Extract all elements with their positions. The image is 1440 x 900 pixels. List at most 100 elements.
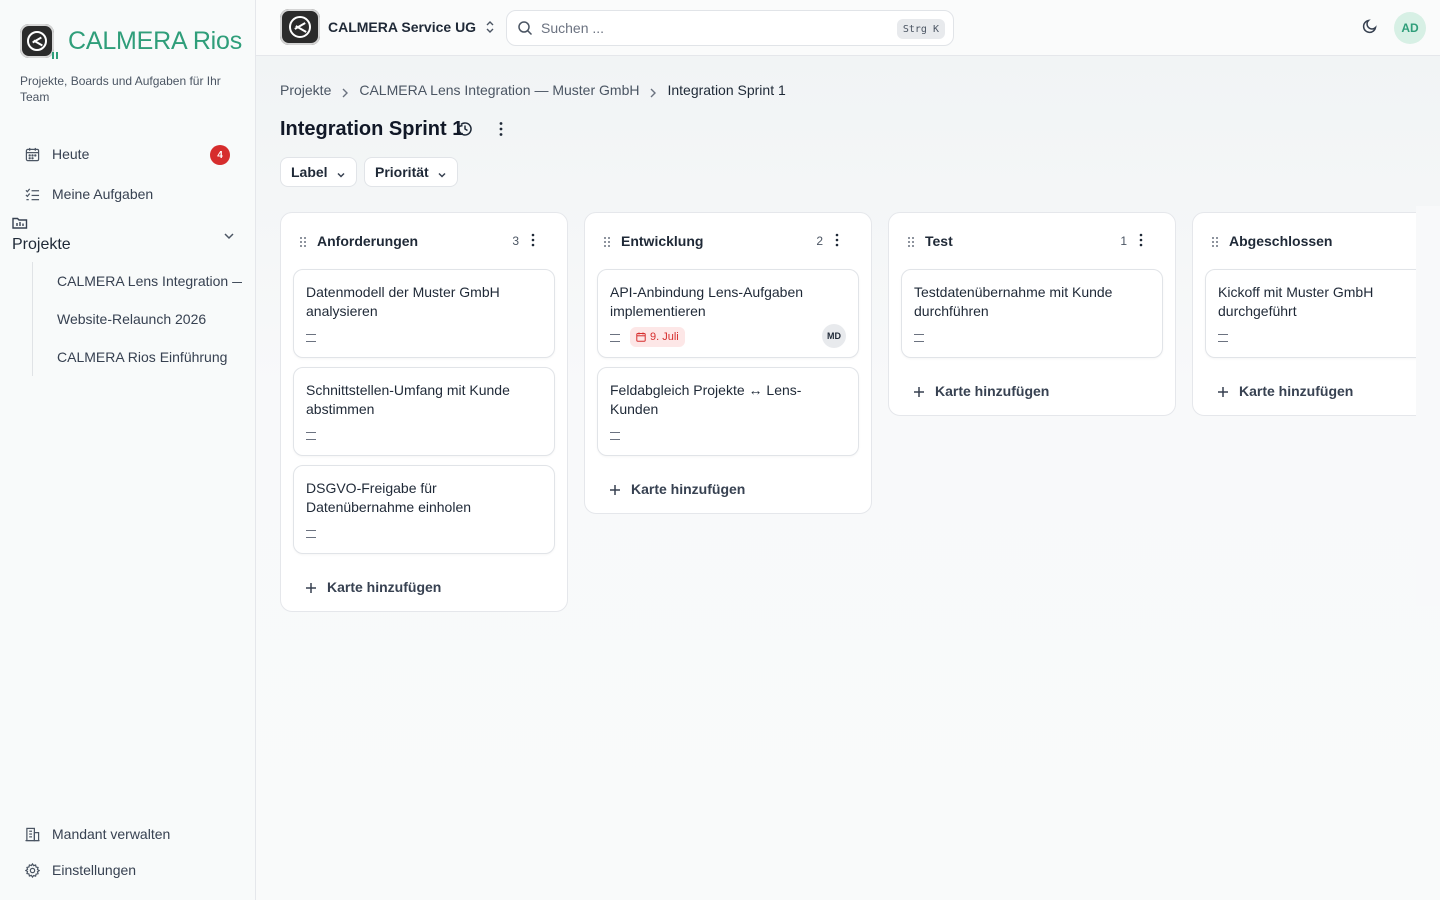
- task-card[interactable]: API-Anbindung Lens-Aufgaben implementier…: [597, 269, 859, 358]
- board-column: Test 1 Testdatenübernahme mit Kunde durc…: [888, 212, 1176, 416]
- drag-handle-icon[interactable]: [299, 235, 307, 247]
- task-card[interactable]: Kickoff mit Muster GmbH durchgeführt: [1205, 269, 1440, 358]
- brand[interactable]: CALMERA Rios: [20, 24, 243, 59]
- today-count-badge: 4: [210, 145, 230, 165]
- task-card[interactable]: DSGVO-Freigabe für Datenübernahme einhol…: [293, 465, 555, 554]
- filter-label: Label: [291, 164, 328, 180]
- priority-medium-icon: [914, 333, 924, 342]
- board-column: Entwicklung 2 API-Anbindung Lens-Aufgabe…: [584, 212, 872, 514]
- project-list: CALMERA Lens Integration — Muster GmbH W…: [32, 262, 242, 376]
- chevron-down-icon: [437, 167, 447, 178]
- card-title: Datenmodell der Muster GmbH analysieren: [306, 284, 500, 319]
- search-input[interactable]: [541, 20, 881, 36]
- tenant-switcher[interactable]: CALMERA Service UG: [280, 9, 496, 45]
- breadcrumb-item[interactable]: Projekte: [280, 82, 331, 98]
- card-title: DSGVO-Freigabe für Datenübernahme einhol…: [306, 480, 472, 515]
- topbar: CALMERA Service UG Strg K AD: [256, 0, 1440, 56]
- assignee-avatar[interactable]: MD: [822, 324, 846, 348]
- column-header: Abgeschlossen: [1205, 213, 1440, 269]
- more-vertical-icon[interactable]: [525, 232, 541, 248]
- add-card-label: Karte hinzufügen: [1239, 383, 1354, 399]
- drag-handle-icon[interactable]: [603, 235, 611, 247]
- card-title: API-Anbindung Lens-Aufgaben implementier…: [610, 284, 804, 319]
- sidebar-item-mandant-verwalten[interactable]: Mandant verwalten: [12, 817, 244, 851]
- column-count: 3: [512, 234, 519, 248]
- task-card[interactable]: Testdatenübernahme mit Kunde durchführen: [901, 269, 1163, 358]
- column-count: 2: [816, 234, 823, 248]
- card-title: Testdatenübernahme mit Kunde durchführen: [914, 284, 1113, 319]
- sidebar-item-label: Mandant verwalten: [52, 826, 171, 842]
- tenant-name: CALMERA Service UG: [328, 19, 477, 35]
- drag-handle-icon[interactable]: [1211, 235, 1219, 247]
- add-card-button[interactable]: Karte hinzufügen: [901, 367, 1163, 415]
- add-card-button[interactable]: Karte hinzufügen: [597, 465, 859, 513]
- due-date-text: 9. Juli: [650, 331, 679, 343]
- sidebar-project-item[interactable]: CALMERA Rios Einführung: [33, 338, 242, 376]
- more-vertical-icon[interactable]: [492, 120, 510, 138]
- sidebar-project-item[interactable]: Website-Relaunch 2026: [33, 300, 242, 338]
- chevrons-up-down-icon: [484, 20, 496, 34]
- breadcrumb-item[interactable]: CALMERA Lens Integration — Muster GmbH: [359, 82, 639, 98]
- sidebar-item-label: Meine Aufgaben: [52, 186, 154, 202]
- column-header: Entwicklung 2: [597, 213, 859, 269]
- column-header: Test 1: [901, 213, 1163, 269]
- column-header: Anforderungen 3: [293, 213, 555, 269]
- plus-icon: [913, 385, 925, 397]
- projects-section-toggle[interactable]: Projekte: [12, 214, 244, 258]
- add-card-button[interactable]: Karte hinzufügen: [1205, 367, 1440, 415]
- more-vertical-icon[interactable]: [829, 232, 845, 248]
- add-card-label: Karte hinzufügen: [631, 481, 746, 497]
- task-card[interactable]: Feldabgleich Projekte ↔ Lens-Kunden: [597, 367, 859, 456]
- breadcrumb: Projekte CALMERA Lens Integration — Must…: [280, 82, 786, 98]
- label-filter-button[interactable]: Label: [280, 157, 357, 187]
- chevron-right-icon: [649, 85, 657, 98]
- chevron-right-icon: [341, 85, 349, 98]
- more-vertical-icon[interactable]: [1133, 232, 1149, 248]
- drag-handle-icon[interactable]: [907, 235, 915, 247]
- chevron-down-icon: [336, 167, 346, 178]
- priority-medium-icon: [306, 431, 316, 440]
- user-avatar[interactable]: AD: [1394, 12, 1426, 44]
- priority-medium-icon: [306, 529, 316, 538]
- projects-label: Projekte: [12, 236, 71, 253]
- priority-filter-button[interactable]: Priorität: [364, 157, 458, 187]
- gear-icon: [24, 862, 40, 878]
- card-title: Kickoff mit Muster GmbH durchgeführt: [1218, 284, 1374, 319]
- calendar-icon: [636, 332, 646, 342]
- search-icon: [517, 20, 533, 36]
- brand-logo-icon: [20, 24, 58, 59]
- moon-icon: [1362, 18, 1378, 39]
- history-icon[interactable]: [456, 120, 474, 138]
- search-box[interactable]: Strg K: [506, 10, 954, 46]
- list-check-icon: [24, 186, 40, 202]
- breadcrumb-current: Integration Sprint 1: [667, 82, 786, 98]
- due-date-badge: 9. Juli: [630, 327, 685, 347]
- folder-icon: [12, 216, 28, 230]
- sidebar: CALMERA Rios Projekte, Boards und Aufgab…: [0, 0, 256, 900]
- theme-toggle-button[interactable]: [1358, 16, 1382, 40]
- column-title: Test: [925, 233, 953, 249]
- sidebar-item-label: Heute: [52, 146, 90, 162]
- sidebar-item-meine-aufgaben[interactable]: Meine Aufgaben: [12, 177, 244, 211]
- add-card-button[interactable]: Karte hinzufügen: [293, 563, 555, 611]
- column-title: Entwicklung: [621, 233, 704, 249]
- search-shortcut-hint: Strg K: [896, 19, 945, 39]
- column-count: 1: [1120, 234, 1127, 248]
- card-title: Schnittstellen-Umfang mit Kunde abstimme…: [306, 382, 510, 417]
- task-card[interactable]: Datenmodell der Muster GmbH analysieren: [293, 269, 555, 358]
- board-column: Anforderungen 3 Datenmodell der Muster G…: [280, 212, 568, 612]
- sidebar-project-item[interactable]: CALMERA Lens Integration — Muster GmbH: [33, 262, 242, 300]
- brand-name: CALMERA Rios: [68, 26, 243, 55]
- sidebar-item-einstellungen[interactable]: Einstellungen: [12, 853, 244, 887]
- plus-icon: [609, 483, 621, 495]
- sidebar-item-heute[interactable]: Heute 4: [12, 137, 244, 171]
- priority-medium-icon: [610, 333, 620, 342]
- plus-icon: [1217, 385, 1229, 397]
- sidebar-item-label: Einstellungen: [52, 862, 137, 878]
- column-title: Abgeschlossen: [1229, 233, 1333, 249]
- task-card[interactable]: Schnittstellen-Umfang mit Kunde abstimme…: [293, 367, 555, 456]
- calendar-icon: [24, 146, 40, 162]
- board-column: Abgeschlossen Kickoff mit Muster GmbH du…: [1192, 212, 1440, 416]
- brand-tagline: Projekte, Boards und Aufgaben für Ihr Te…: [20, 74, 221, 104]
- board-overflow-mask: [1416, 206, 1440, 606]
